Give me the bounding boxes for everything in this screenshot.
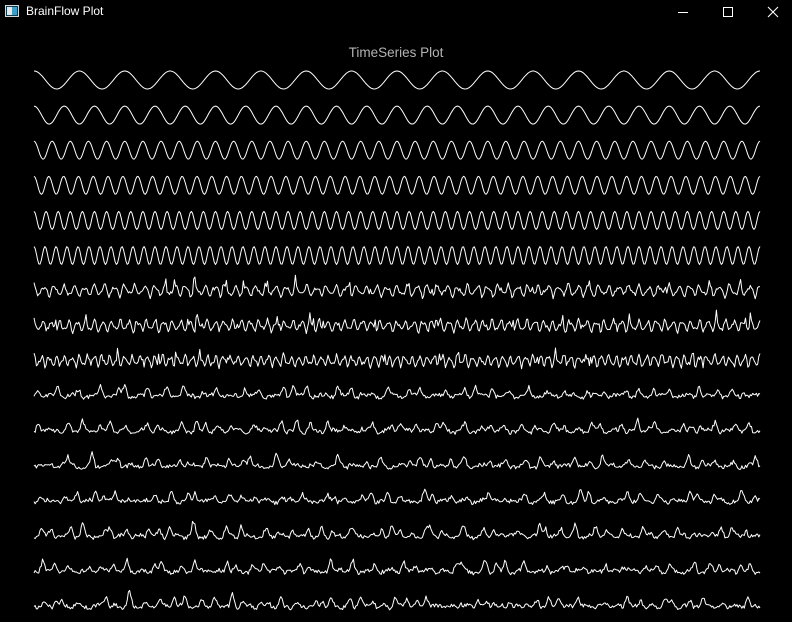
channel-trace-13 — [33, 488, 761, 506]
timeseries-traces — [33, 70, 761, 611]
channel-trace-2 — [33, 105, 761, 125]
channel-trace-1 — [33, 70, 761, 90]
app-window: BrainFlow Plot TimeSeries Plot — [0, 0, 792, 622]
plot-area: TimeSeries Plot — [0, 24, 792, 622]
channel-trace-14 — [33, 520, 761, 541]
channel-trace-5 — [33, 210, 761, 230]
channel-trace-12 — [33, 451, 761, 470]
channel-trace-15 — [33, 557, 761, 576]
minimize-icon — [678, 12, 688, 13]
maximize-button[interactable] — [705, 0, 751, 24]
channel-trace-3 — [33, 140, 761, 160]
channel-trace-7 — [33, 274, 761, 300]
window-title: BrainFlow Plot — [26, 4, 104, 18]
channel-trace-16 — [33, 589, 761, 611]
maximize-icon — [723, 7, 733, 17]
minimize-button[interactable] — [660, 0, 706, 24]
channel-trace-8 — [33, 309, 761, 335]
channel-trace-6 — [33, 246, 761, 265]
channel-trace-9 — [33, 347, 761, 370]
close-button[interactable] — [750, 0, 792, 24]
app-icon — [5, 5, 19, 17]
close-icon — [767, 6, 779, 18]
channel-trace-10 — [33, 384, 761, 400]
channel-trace-4 — [33, 175, 761, 195]
title-bar[interactable]: BrainFlow Plot — [0, 0, 792, 24]
channel-trace-11 — [33, 417, 761, 435]
